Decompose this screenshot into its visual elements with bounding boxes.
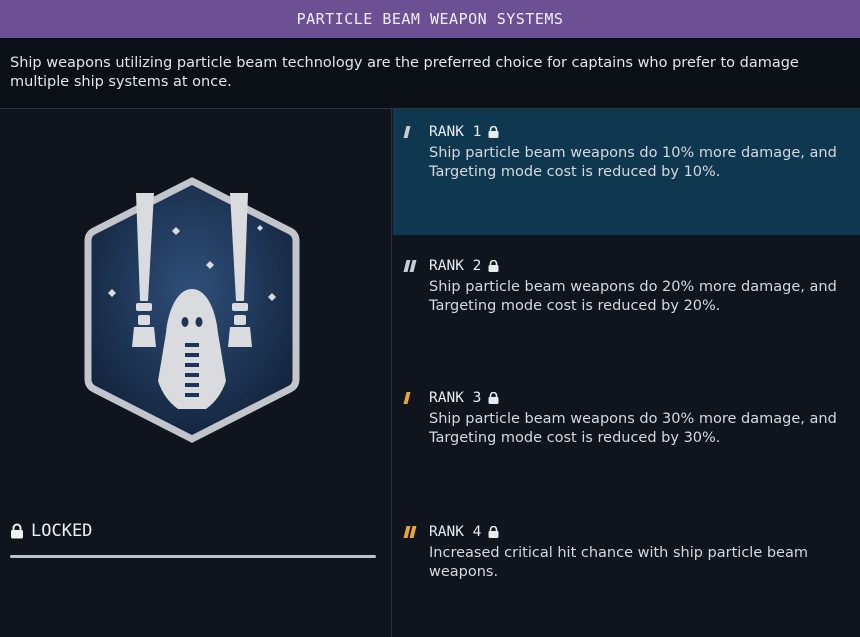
rank-4-pips-icon	[403, 526, 429, 538]
rank-list: RANK 1 Ship particle beam weapons do 10%…	[393, 109, 860, 637]
rank-2-label: RANK 2	[429, 258, 482, 274]
skill-badge-panel: LOCKED	[0, 109, 392, 637]
lock-icon	[11, 523, 23, 539]
rank-2-pips-icon	[403, 260, 429, 272]
title-bar: PARTICLE BEAM WEAPON SYSTEMS	[0, 0, 860, 38]
rank-item-3[interactable]: RANK 3 Ship particle beam weapons do 30%…	[393, 387, 860, 507]
rank-progress-bar	[10, 555, 376, 558]
locked-label: LOCKED	[31, 521, 93, 541]
rank-1-description: Ship particle beam weapons do 10% more d…	[429, 145, 837, 180]
lock-icon	[488, 392, 499, 404]
rank-3-label: RANK 3	[429, 390, 482, 406]
rank-item-4[interactable]: RANK 4 Increased critical hit chance wit…	[393, 521, 860, 631]
rank-1-pips-icon	[403, 126, 429, 138]
rank-item-1[interactable]: RANK 1 Ship particle beam weapons do 10%…	[393, 109, 860, 235]
rank-1-label: RANK 1	[429, 124, 482, 140]
rank-4-description: Increased critical hit chance with ship …	[429, 545, 808, 580]
lock-icon	[488, 526, 499, 538]
locked-status: LOCKED	[10, 521, 92, 541]
rank-3-pips-icon	[403, 392, 429, 404]
skill-description: Ship weapons utilizing particle beam tec…	[0, 38, 860, 109]
rank-4-label: RANK 4	[429, 524, 482, 540]
page-title: PARTICLE BEAM WEAPON SYSTEMS	[296, 10, 564, 28]
particle-beam-badge-icon	[84, 177, 300, 443]
rank-2-description: Ship particle beam weapons do 20% more d…	[429, 279, 837, 314]
rank-item-2[interactable]: RANK 2 Ship particle beam weapons do 20%…	[393, 255, 860, 375]
lock-icon	[488, 126, 499, 138]
lock-icon	[488, 260, 499, 272]
rank-3-description: Ship particle beam weapons do 30% more d…	[429, 411, 837, 446]
